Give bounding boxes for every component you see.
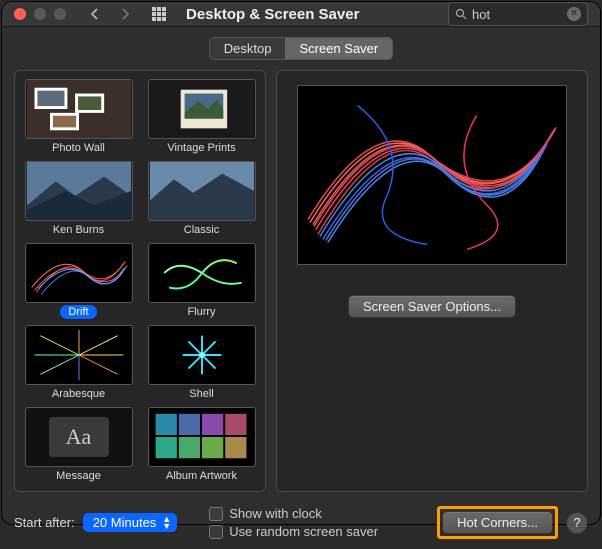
checkbox-icon [209,507,223,521]
checkbox-icon [209,525,223,539]
toolbar-nav [82,2,138,26]
search-icon [455,8,467,20]
thumb-label: Vintage Prints [159,141,243,155]
preferences-window: Desktop & Screen Saver hot ✕ Desktop Scr… [2,2,600,524]
thumb-label: Message [48,469,109,483]
show-all-button[interactable] [146,2,172,26]
grid-icon [152,7,166,21]
titlebar: Desktop & Screen Saver hot ✕ [2,2,600,27]
start-after-value: 20 Minutes [93,515,157,530]
thumb-label: Drift [60,305,96,319]
back-button[interactable] [82,2,108,26]
preview-image [297,85,567,265]
screensaver-item-album-artwork[interactable]: Album Artwork [144,407,259,483]
zoom-window-button[interactable] [54,8,66,20]
screensaver-item-drift[interactable]: Drift [21,243,136,319]
thumb-label: Shell [181,387,221,401]
screensaver-item-classic[interactable]: Classic [144,161,259,237]
random-screensaver-label: Use random screen saver [229,524,378,539]
preview-panel: Screen Saver Options... [276,70,588,492]
window-title: Desktop & Screen Saver [186,6,440,23]
start-after-label: Start after: [14,515,75,530]
bottom-bar: Start after: 20 Minutes ▲▼ Show with clo… [2,500,600,549]
thumb-label: Ken Burns [45,223,112,237]
help-button[interactable]: ? [566,512,588,534]
clear-search-button[interactable]: ✕ [567,7,581,21]
thumb-label: Photo Wall [44,141,113,155]
search-field[interactable]: hot ✕ [448,2,588,26]
close-window-button[interactable] [14,8,26,20]
screensaver-item-flurry[interactable]: Flurry [144,243,259,319]
thumb-label: Flurry [179,305,223,319]
window-controls [14,8,66,20]
thumb-label: Classic [176,223,227,237]
screensaver-item-message[interactable]: Aa Message [21,407,136,483]
minimize-window-button[interactable] [34,8,46,20]
random-screensaver-checkbox[interactable]: Use random screen saver [209,524,378,539]
content-area: Desktop Screen Saver Photo Wall Vintage … [2,27,600,500]
thumb-label: Arabesque [44,387,113,401]
screensaver-item-arabesque[interactable]: Arabesque [21,325,136,401]
show-with-clock-checkbox[interactable]: Show with clock [209,506,378,521]
show-with-clock-label: Show with clock [229,506,321,521]
start-after-popup[interactable]: 20 Minutes ▲▼ [83,513,178,532]
forward-button[interactable] [112,2,138,26]
aa-icon: Aa [49,417,109,457]
search-value: hot [472,7,562,22]
tab-control: Desktop Screen Saver [14,37,588,60]
highlight-annotation: Hot Corners... [437,506,558,539]
thumb-label: Album Artwork [158,469,245,483]
hot-corners-button[interactable]: Hot Corners... [442,511,553,534]
tab-desktop[interactable]: Desktop [210,38,286,59]
screensaver-item-ken-burns[interactable]: Ken Burns [21,161,136,237]
screensaver-item-photo-wall[interactable]: Photo Wall [21,79,136,155]
screensaver-options-button[interactable]: Screen Saver Options... [348,295,516,318]
screensaver-list[interactable]: Photo Wall Vintage Prints Ken Burns [14,70,266,492]
updown-arrows-icon: ▲▼ [162,516,171,530]
tab-screensaver[interactable]: Screen Saver [285,38,392,59]
screensaver-item-shell[interactable]: Shell [144,325,259,401]
screensaver-item-vintage-prints[interactable]: Vintage Prints [144,79,259,155]
panels: Photo Wall Vintage Prints Ken Burns [14,70,588,492]
